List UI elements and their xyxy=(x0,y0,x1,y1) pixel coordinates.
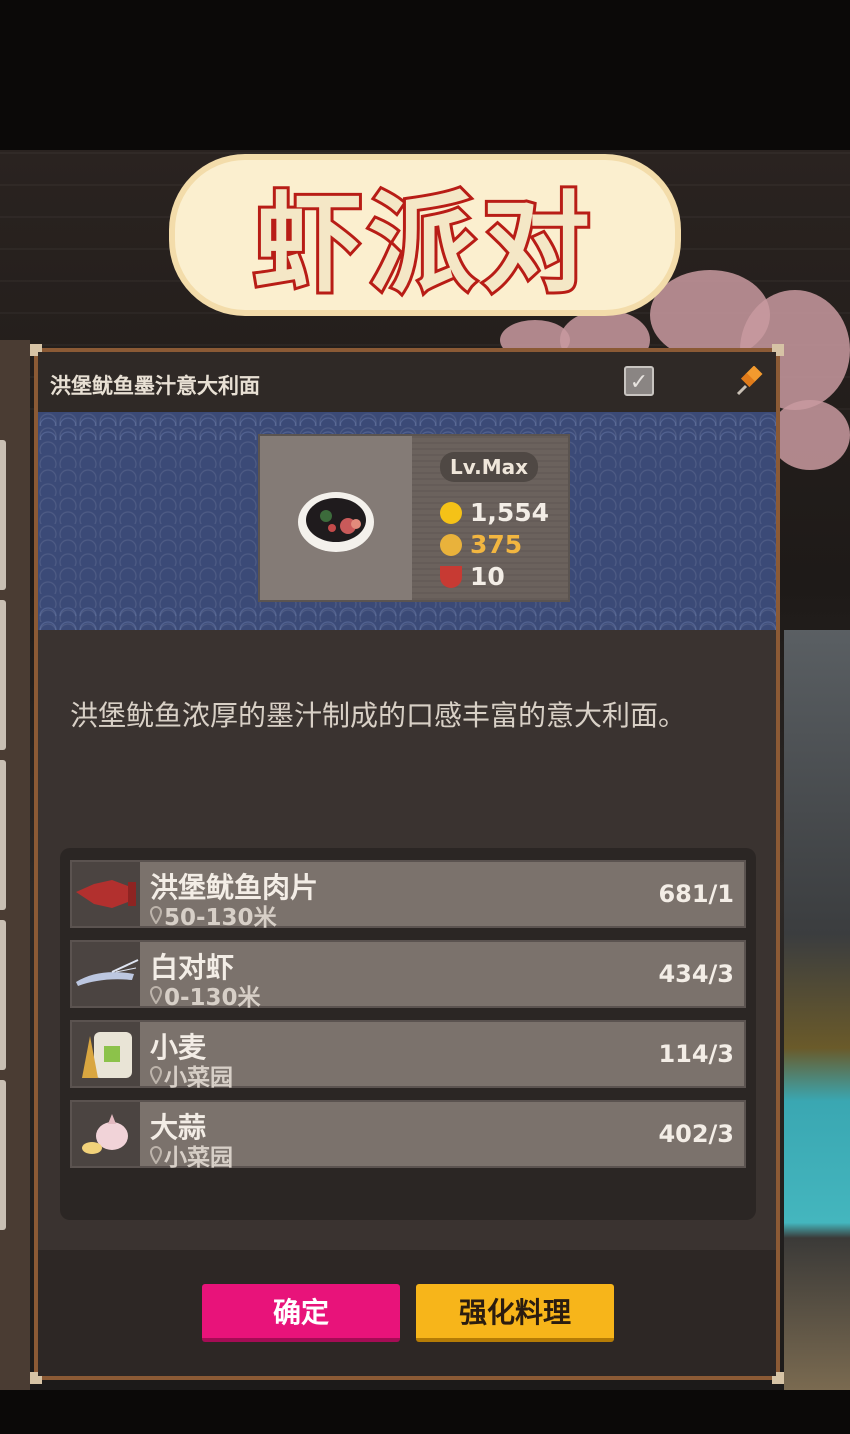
checkbox-icon[interactable]: ✓ xyxy=(624,366,654,396)
confirm-button[interactable]: 确定 xyxy=(202,1284,400,1342)
upgrade-dish-button[interactable]: 强化料理 xyxy=(416,1284,614,1342)
recipe-title: 洪堡鱿鱼墨汁意大利面 xyxy=(50,374,260,398)
ingredient-row[interactable]: 大蒜 小菜园 402/3 xyxy=(70,1100,746,1171)
ingredient-location: 小菜园 xyxy=(150,1138,233,1172)
wheat-icon xyxy=(82,1032,132,1078)
garlic-icon xyxy=(82,1114,128,1154)
dish-stats: Lv.Max 1,554 375 10 xyxy=(412,436,568,600)
price-value: 1,554 xyxy=(470,498,550,527)
side-tab[interactable] xyxy=(0,760,6,910)
location-pin-icon xyxy=(150,906,162,924)
ingredient-count: 681/1 xyxy=(658,880,734,908)
ingredient-location: 小菜园 xyxy=(150,1058,233,1092)
dish-card: Lv.Max 1,554 375 10 xyxy=(258,434,570,602)
ingredient-icon-cell xyxy=(72,1022,140,1086)
ingredient-location: 50-130米 xyxy=(150,898,277,932)
pin-icon[interactable] xyxy=(734,366,764,398)
ingredient-count: 114/3 xyxy=(658,1040,734,1068)
shrimp-icon xyxy=(76,959,139,986)
taste-stat: 375 xyxy=(440,530,522,559)
ingredient-location-text: 0-130米 xyxy=(164,985,261,1011)
taste-face-icon xyxy=(440,533,462,556)
ingredient-icon-cell xyxy=(72,1102,140,1166)
side-tab[interactable] xyxy=(0,920,6,1070)
location-pin-icon xyxy=(150,1146,162,1164)
recipe-panel: 洪堡鱿鱼墨汁意大利面 ✓ Lv.Max 1,554 375 10 洪堡鱿鱼浓厚的… xyxy=(30,344,784,1384)
squid-icon xyxy=(76,880,136,908)
side-tab[interactable] xyxy=(0,600,6,750)
game-title-text: 虾派对 xyxy=(251,179,596,310)
servings-stat: 10 xyxy=(440,562,505,591)
ingredient-count: 402/3 xyxy=(658,1120,734,1148)
coin-icon xyxy=(440,501,462,524)
ingredient-location-text: 50-130米 xyxy=(164,905,277,931)
location-pin-icon xyxy=(150,986,162,1004)
side-room-view xyxy=(784,630,850,1390)
taste-value: 375 xyxy=(470,530,523,559)
ingredient-row[interactable]: 小麦 小菜园 114/3 xyxy=(70,1020,746,1091)
ingredient-location: 0-130米 xyxy=(150,978,261,1012)
side-tab[interactable] xyxy=(0,1080,6,1230)
ingredient-icon-cell xyxy=(72,942,140,1006)
game-title-logo: 虾派对 xyxy=(175,160,675,310)
ingredient-count: 434/3 xyxy=(658,960,734,988)
price-stat: 1,554 xyxy=(440,498,549,527)
left-side-panel xyxy=(0,340,30,1390)
dish-banner: Lv.Max 1,554 375 10 xyxy=(38,412,776,630)
ingredient-location-text: 小菜园 xyxy=(164,1065,233,1091)
bowl-icon xyxy=(440,565,462,588)
cherry-blossom xyxy=(770,400,850,470)
servings-value: 10 xyxy=(470,562,505,591)
ingredient-icon-cell xyxy=(72,862,140,926)
ingredient-row[interactable]: 洪堡鱿鱼肉片 50-130米 681/1 xyxy=(70,860,746,931)
ingredient-location-text: 小菜园 xyxy=(164,1145,233,1171)
ingredient-list: 洪堡鱿鱼肉片 50-130米 681/1 白对虾 0-130米 434/3 小麦… xyxy=(60,848,756,1220)
squid-ink-pasta-icon xyxy=(298,492,374,552)
ingredient-row[interactable]: 白对虾 0-130米 434/3 xyxy=(70,940,746,1011)
panel-footer: 确定 强化料理 xyxy=(38,1250,776,1376)
location-pin-icon xyxy=(150,1066,162,1084)
dish-image[interactable] xyxy=(260,436,412,600)
side-tab[interactable] xyxy=(0,440,6,590)
level-badge: Lv.Max xyxy=(440,452,538,482)
panel-header: 洪堡鱿鱼墨汁意大利面 ✓ xyxy=(38,352,776,412)
recipe-description: 洪堡鱿鱼浓厚的墨汁制成的口感丰富的意大利面。 xyxy=(70,699,687,732)
